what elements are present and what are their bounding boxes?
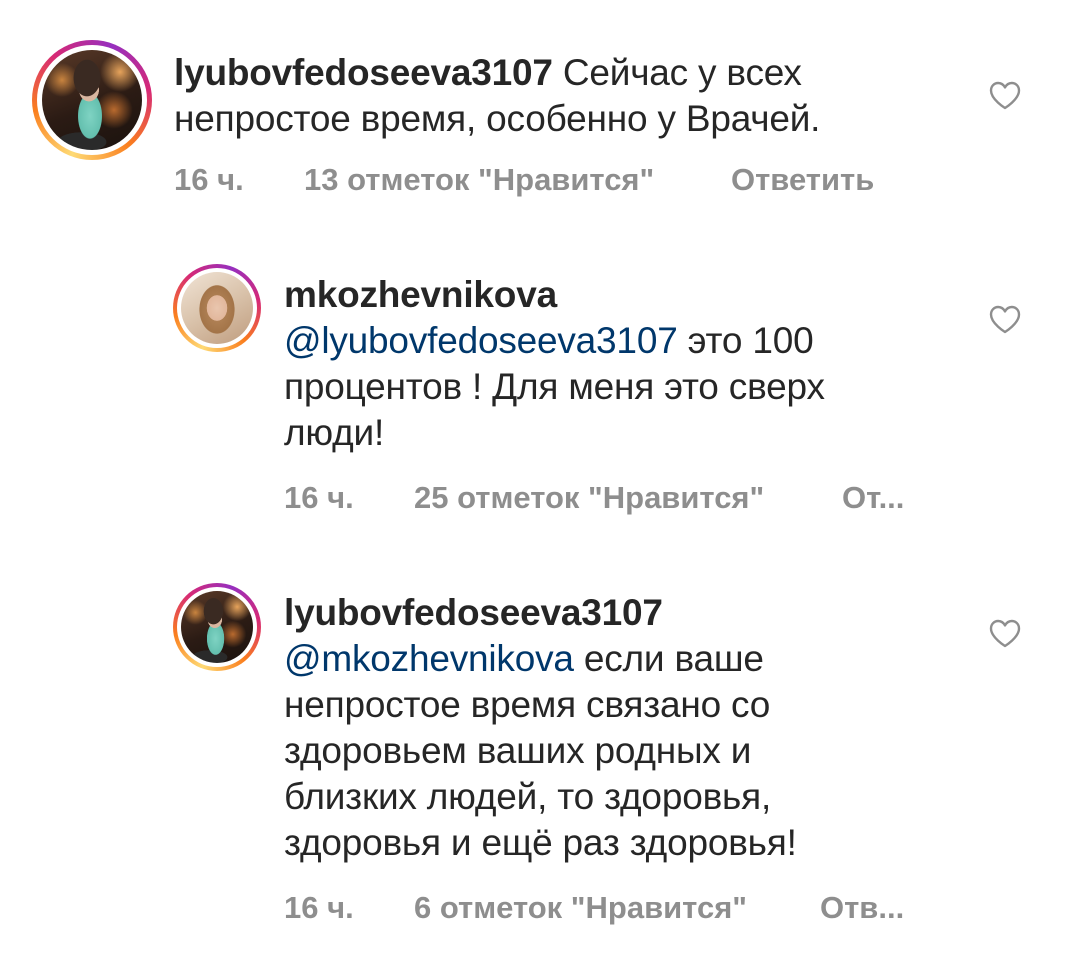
- comment-username[interactable]: lyubovfedoseeva3107: [284, 592, 663, 633]
- comment-body-line: люди!: [284, 412, 385, 453]
- comment-text: mkozhevnikova @lyubovfedoseeva3107 это 1…: [284, 272, 964, 456]
- reply-button[interactable]: От...: [842, 480, 904, 516]
- reply-button[interactable]: Отв...: [820, 890, 904, 926]
- comment-body-line: здоровьем ваших родных и: [284, 730, 752, 771]
- comment-time: 16 ч.: [284, 890, 354, 925]
- comment-body-line: если ваше: [573, 638, 764, 679]
- comment-text: lyubovfedoseeva3107 Сейчас у всех непрос…: [174, 50, 974, 142]
- heart-outline-icon[interactable]: [988, 80, 1022, 110]
- comment-body-line: процентов ! Для меня это сверх: [284, 366, 825, 407]
- comment-mention[interactable]: @mkozhevnikova: [284, 638, 574, 679]
- comment-1: lyubovfedoseeva3107 Сейчас у всех непрос…: [0, 0, 1079, 230]
- comment-username[interactable]: mkozhevnikova: [284, 274, 557, 315]
- avatar: [181, 272, 253, 344]
- comment-body-line: близких людей, то здоровья,: [284, 776, 772, 817]
- comment-time: 16 ч.: [174, 162, 244, 197]
- likes-count[interactable]: 25 отметок "Нравится": [414, 480, 764, 516]
- comment-meta: 16 ч. 13 отметок "Нравится" Ответить: [174, 162, 934, 202]
- comment-meta: 16 ч. 25 отметок "Нравится" От...: [284, 480, 924, 520]
- comment-body-line: непростое время связано со: [284, 684, 771, 725]
- reply-button[interactable]: Ответить: [731, 162, 874, 198]
- comment-body-line: это 100: [677, 320, 814, 361]
- likes-count[interactable]: 13 отметок "Нравится": [304, 162, 654, 198]
- avatar: [181, 591, 253, 663]
- avatar-story-ring[interactable]: [32, 40, 152, 160]
- likes-count[interactable]: 6 отметок "Нравится": [414, 890, 747, 926]
- heart-outline-icon[interactable]: [988, 618, 1022, 648]
- avatar-story-ring[interactable]: [173, 583, 261, 671]
- comment-body-line: непростое время, особенно у Врачей.: [174, 98, 821, 139]
- comment-body-line: здоровья и ещё раз здоровья!: [284, 822, 797, 863]
- comment-reply-1: mkozhevnikova @lyubovfedoseeva3107 это 1…: [0, 230, 1079, 550]
- avatar-story-ring[interactable]: [173, 264, 261, 352]
- comment-body-line: Сейчас у всех: [562, 52, 802, 93]
- comment-mention[interactable]: @lyubovfedoseeva3107: [284, 320, 678, 361]
- comment-time: 16 ч.: [284, 480, 354, 515]
- comment-username[interactable]: lyubovfedoseeva3107: [174, 52, 553, 93]
- comment-meta: 16 ч. 6 отметок "Нравится" Отв...: [284, 890, 924, 930]
- comment-reply-2: lyubovfedoseeva3107 @mkozhevnikova если …: [0, 550, 1079, 957]
- avatar: [42, 50, 142, 150]
- comment-text: lyubovfedoseeva3107 @mkozhevnikova если …: [284, 590, 964, 866]
- heart-outline-icon[interactable]: [988, 304, 1022, 334]
